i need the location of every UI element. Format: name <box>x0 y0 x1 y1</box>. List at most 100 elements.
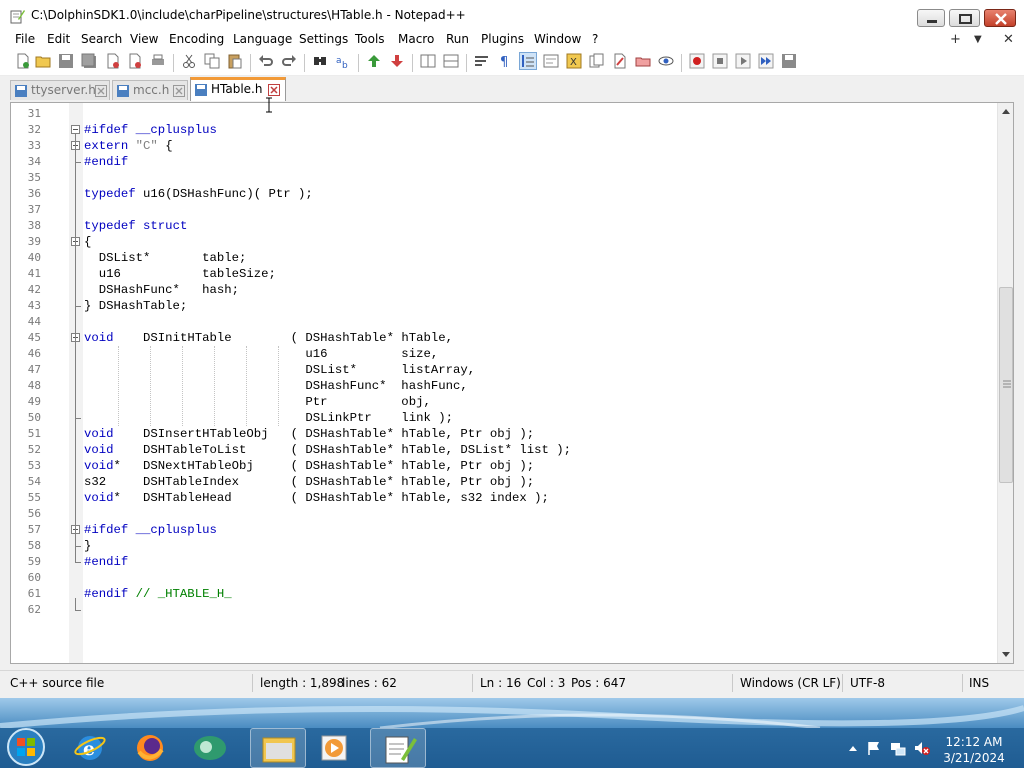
code-line[interactable]: 51 void DSInsertHTableObj ( DSHashTable* … <box>11 426 1013 442</box>
tab-ttyserver[interactable]: ttyserver.h <box>10 80 110 100</box>
indent-guide-icon[interactable] <box>519 52 537 70</box>
code-line[interactable]: 54 s32 DSHTableIndex ( DSHashTable* hTabl… <box>11 474 1013 490</box>
code-line[interactable]: 59 #endif <box>11 554 1013 570</box>
code-line[interactable]: 44 <box>11 314 1013 330</box>
zoom-out-icon[interactable] <box>389 53 405 69</box>
code-line[interactable]: 47 DSList* listArray, <box>11 362 1013 378</box>
code-line[interactable]: 39 { <box>11 234 1013 250</box>
code-line[interactable]: 55 void* DSHTableHead ( DSHashTable* hTab… <box>11 490 1013 506</box>
close-window-button[interactable] <box>984 9 1016 27</box>
code-line[interactable]: 31 <box>11 106 1013 122</box>
find-icon[interactable] <box>312 53 328 69</box>
code-line[interactable]: 42 DSHashFunc* hash; <box>11 282 1013 298</box>
macro-record-icon[interactable] <box>689 53 705 69</box>
macro-play-icon[interactable] <box>735 53 751 69</box>
windows-start-icon[interactable] <box>4 727 48 767</box>
code-line[interactable]: 41 u16 tableSize; <box>11 266 1013 282</box>
user-language-icon[interactable] <box>543 53 559 69</box>
menu-edit[interactable]: Edit <box>47 32 70 46</box>
menu-file[interactable]: File <box>15 32 35 46</box>
menu-run[interactable]: Run <box>446 32 469 46</box>
close-icon[interactable] <box>95 85 107 97</box>
code-line[interactable]: 46 u16 size, <box>11 346 1013 362</box>
open-file-icon[interactable] <box>35 53 51 69</box>
copy-icon[interactable] <box>204 53 220 69</box>
paste-icon[interactable] <box>227 53 243 69</box>
status-mode[interactable]: INS <box>969 676 989 690</box>
close-file-icon[interactable] <box>105 53 121 69</box>
menu-view[interactable]: View <box>130 32 158 46</box>
taskbar-file-explorer[interactable] <box>250 728 306 768</box>
code-line[interactable]: 45 void DSInitHTable ( DSHashTable* hTabl… <box>11 330 1013 346</box>
code-line[interactable]: 53 void* DSNextHTableObj ( DSHashTable* h… <box>11 458 1013 474</box>
scroll-down-icon[interactable] <box>1001 651 1011 659</box>
code-line[interactable]: 33 extern "C" { <box>11 138 1013 154</box>
tab-mcc[interactable]: mcc.h <box>112 80 188 100</box>
code-line[interactable]: 50 DSLinkPtr link ); <box>11 410 1013 426</box>
folder-as-workspace-icon[interactable] <box>612 53 628 69</box>
word-wrap-icon[interactable] <box>474 53 490 69</box>
taskbar-media-player[interactable] <box>306 728 362 768</box>
scroll-up-icon[interactable] <box>1001 107 1011 115</box>
save-icon[interactable] <box>58 53 74 69</box>
close-all-icon[interactable] <box>127 53 143 69</box>
zoom-in-icon[interactable] <box>366 53 382 69</box>
code-line[interactable]: 60 <box>11 570 1013 586</box>
undo-icon[interactable] <box>258 53 274 69</box>
redo-icon[interactable] <box>281 53 297 69</box>
code-line[interactable]: 32 #ifdef __cplusplus <box>11 122 1013 138</box>
system-clock[interactable]: 12:12 AM 3/21/2024 <box>935 734 1013 766</box>
status-encoding[interactable]: UTF-8 <box>850 676 885 690</box>
show-hidden-icons-icon[interactable] <box>845 740 861 756</box>
code-line[interactable]: 61 #endif // _HTABLE_H_ <box>11 586 1013 602</box>
macro-save-icon[interactable] <box>781 53 797 69</box>
menu-tools[interactable]: Tools <box>355 32 385 46</box>
code-line[interactable]: 49 Ptr obj, <box>11 394 1013 410</box>
code-line[interactable]: 52 void DSHTableToList ( DSHashTable* hTa… <box>11 442 1013 458</box>
network-icon[interactable] <box>890 740 906 756</box>
flag-icon[interactable] <box>866 740 882 756</box>
code-editor[interactable]: 31 32 #ifdef __cplusplus 33 extern "C" {34 #e… <box>10 102 1014 664</box>
menu-help[interactable]: ? <box>592 32 598 46</box>
save-all-icon[interactable] <box>81 53 97 69</box>
code-line[interactable]: 36 typedef u16(DSHashFunc)( Ptr ); <box>11 186 1013 202</box>
code-line[interactable]: 34 #endif <box>11 154 1013 170</box>
sync-horizontal-icon[interactable] <box>443 53 459 69</box>
code-line[interactable]: 38 typedef struct <box>11 218 1013 234</box>
new-tab-button[interactable]: + <box>950 32 961 47</box>
cut-icon[interactable] <box>181 53 197 69</box>
menu-window[interactable]: Window <box>534 32 581 46</box>
menu-encoding[interactable]: Encoding <box>169 32 224 46</box>
menu-language[interactable]: Language <box>233 32 292 46</box>
menu-macro[interactable]: Macro <box>398 32 434 46</box>
status-eol[interactable]: Windows (CR LF) <box>740 676 841 690</box>
macro-run-multiple-icon[interactable] <box>758 53 774 69</box>
new-file-icon[interactable] <box>15 53 31 69</box>
scrollbar-thumb[interactable] <box>999 287 1013 483</box>
code-line[interactable]: 37 <box>11 202 1013 218</box>
menu-search[interactable]: Search <box>81 32 122 46</box>
taskbar-app-green[interactable] <box>182 728 238 768</box>
close-document-button[interactable]: ✕ <box>1003 32 1014 47</box>
menu-settings[interactable]: Settings <box>299 32 348 46</box>
menu-plugins[interactable]: Plugins <box>481 32 524 46</box>
volume-muted-icon[interactable] <box>914 740 930 756</box>
code-line[interactable]: 62 <box>11 602 1013 618</box>
maximize-button[interactable] <box>949 9 980 27</box>
close-icon[interactable] <box>268 84 280 96</box>
monitoring-icon[interactable] <box>635 53 651 69</box>
close-icon[interactable] <box>173 85 185 97</box>
show-all-characters-icon[interactable]: ¶ <box>497 53 513 69</box>
fold-toggle-icon[interactable] <box>71 125 80 134</box>
tab-list-dropdown[interactable]: ▼ <box>974 34 982 45</box>
print-icon[interactable] <box>150 53 166 69</box>
code-line[interactable]: 58} <box>11 538 1013 554</box>
code-line[interactable]: 56 <box>11 506 1013 522</box>
code-line[interactable]: 48 DSHashFunc* hashFunc, <box>11 378 1013 394</box>
code-line[interactable]: 43} DSHashTable; <box>11 298 1013 314</box>
code-line[interactable]: 57 #ifdef __cplusplus <box>11 522 1013 538</box>
document-map-icon[interactable]: X <box>566 53 582 69</box>
sync-vertical-icon[interactable] <box>420 53 436 69</box>
macro-stop-icon[interactable] <box>712 53 728 69</box>
taskbar-notepadpp[interactable] <box>370 728 426 768</box>
